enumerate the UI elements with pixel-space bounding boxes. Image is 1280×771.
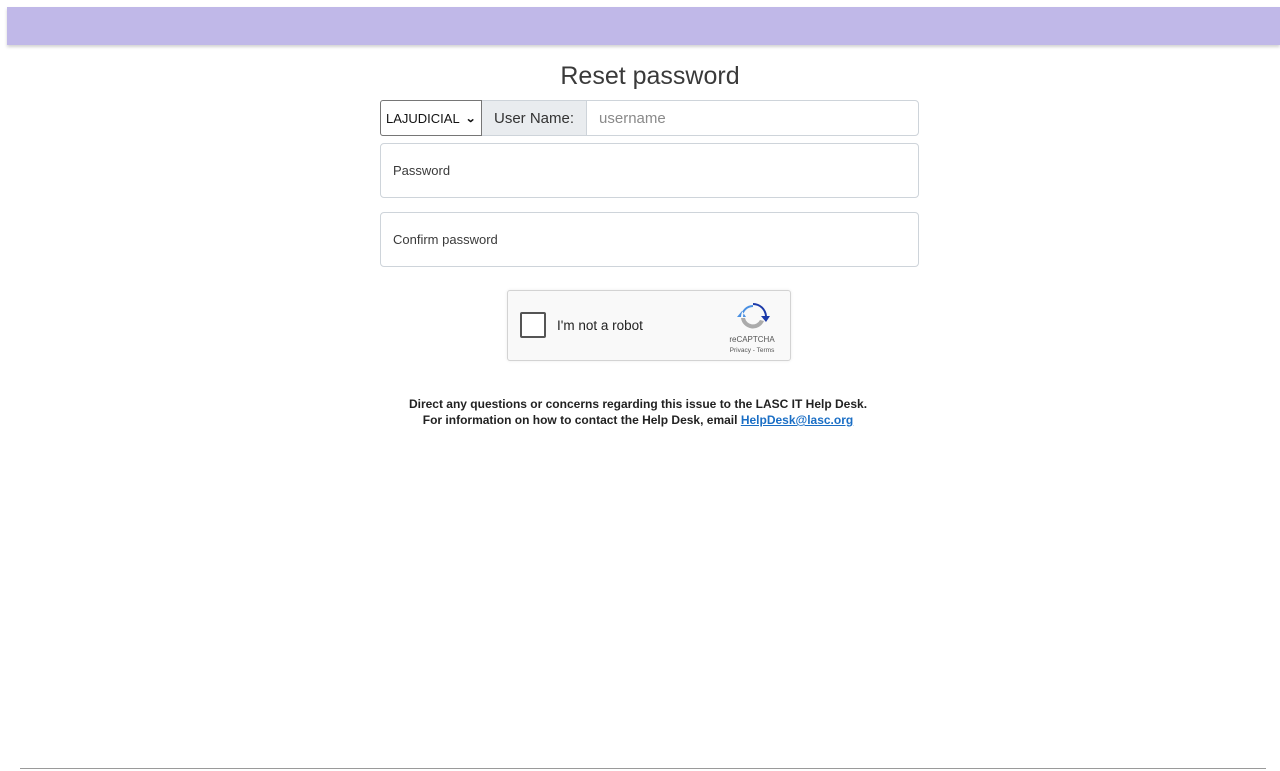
domain-select[interactable]: LAJUDICIAL ⌄ xyxy=(380,100,482,136)
password-input[interactable]: Password xyxy=(380,143,919,198)
password-placeholder: Password xyxy=(393,163,451,178)
help-line-1: Direct any questions or concerns regardi… xyxy=(408,397,868,411)
recaptcha-links[interactable]: Privacy - Terms xyxy=(713,347,791,354)
recaptcha-widget: I'm not a robot reCAPTCHA Privacy - Term… xyxy=(507,290,791,361)
username-input[interactable]: username xyxy=(586,100,919,136)
helpdesk-email-link[interactable]: HelpDesk@lasc.org xyxy=(741,413,853,427)
recaptcha-brand: reCAPTCHA xyxy=(729,335,775,344)
help-text: Direct any questions or concerns regardi… xyxy=(0,396,1276,428)
recaptcha-icon xyxy=(737,302,770,329)
username-label: User Name: xyxy=(482,100,587,136)
page-title: Reset password xyxy=(560,62,740,90)
footer-divider xyxy=(20,768,1266,769)
help-line-2-prefix: For information on how to contact the He… xyxy=(422,413,738,427)
domain-select-value: LAJUDICIAL xyxy=(386,110,460,126)
recaptcha-label: I'm not a robot xyxy=(557,318,643,333)
confirm-password-input[interactable]: Confirm password xyxy=(380,212,919,267)
confirm-password-placeholder: Confirm password xyxy=(393,232,498,247)
help-line-2: For information on how to contact the He… xyxy=(0,412,1276,428)
username-row: LAJUDICIAL ⌄ User Name: username xyxy=(380,100,919,136)
recaptcha-checkbox[interactable] xyxy=(520,312,546,338)
chevron-down-icon: ⌄ xyxy=(464,112,476,125)
header-bar xyxy=(7,7,1280,45)
